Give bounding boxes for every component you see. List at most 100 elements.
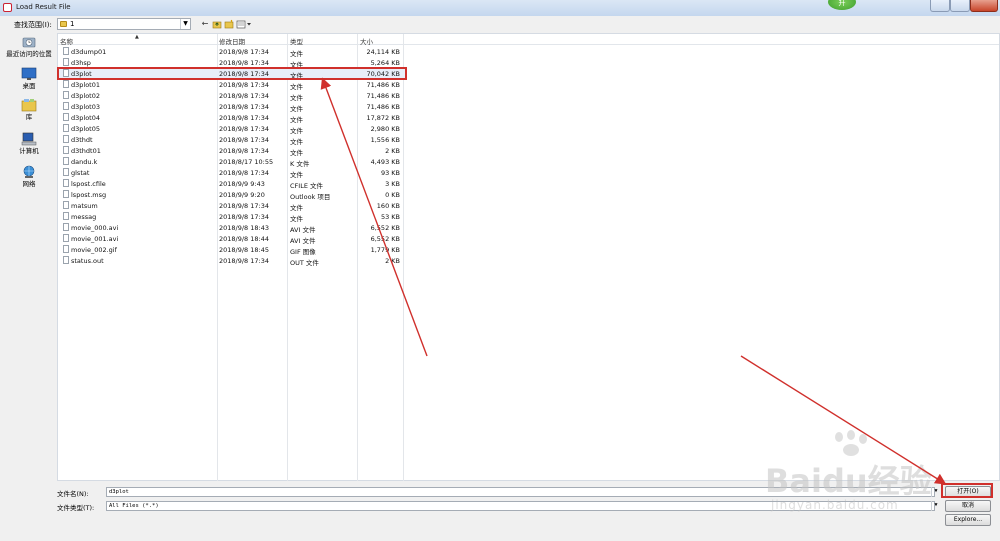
file-row[interactable]: d3plot05 2018/9/8 17:34 文件 2,980 KB — [58, 123, 405, 135]
file-date: 2018/9/9 9:20 — [219, 191, 265, 199]
file-name: lspost.msg — [71, 191, 107, 199]
file-size: 160 KB — [376, 202, 400, 210]
file-size: 1,556 KB — [370, 136, 400, 144]
file-row[interactable]: d3plot03 2018/9/8 17:34 文件 71,486 KB — [58, 101, 405, 113]
file-row[interactable]: movie_001.avi 2018/9/8 18:44 AVI 文件 6,552 K… — [58, 233, 405, 245]
file-name: status.out — [71, 257, 104, 265]
file-row[interactable]: lspost.msg 2018/9/9 9:20 Outlook 项目 0 KB — [58, 189, 405, 201]
file-row[interactable]: status.out 2018/9/8 17:34 OUT 文件 2 KB — [58, 255, 405, 267]
file-icon — [63, 113, 69, 121]
minimize-button[interactable] — [930, 0, 950, 12]
file-name: movie_000.avi — [71, 224, 119, 232]
file-row[interactable]: d3thdt01 2018/9/8 17:34 文件 2 KB — [58, 145, 405, 157]
file-icon — [63, 168, 69, 176]
look-in-bar: 查找范围(I): 1 ▼ ← — [0, 16, 1000, 33]
place-network[interactable]: 网络 — [3, 165, 55, 188]
file-row[interactable]: movie_000.avi 2018/9/8 18:43 AVI 文件 6,552 K… — [58, 222, 405, 234]
place-computer[interactable]: 计算机 — [3, 132, 55, 155]
file-size: 71,486 KB — [366, 103, 400, 111]
view-menu-icon[interactable] — [236, 19, 252, 29]
file-row[interactable]: lspost.cfile 2018/9/9 9:43 CFILE 文件 3 KB — [58, 178, 405, 190]
chevron-down-icon[interactable]: ▼ — [931, 501, 940, 511]
file-row[interactable]: movie_002.gif 2018/9/8 18:45 GIF 图像 1,779 K… — [58, 244, 405, 256]
close-button[interactable] — [970, 0, 998, 12]
window-title: Load Result File — [16, 3, 71, 11]
file-name: dandu.k — [71, 158, 98, 166]
file-row[interactable]: d3thdt 2018/9/8 17:34 文件 1,556 KB — [58, 134, 405, 146]
file-date: 2018/9/8 17:34 — [219, 257, 269, 265]
file-row[interactable]: d3plot04 2018/9/8 17:34 文件 17,872 KB — [58, 112, 405, 124]
place-recent[interactable]: 最近访问的位置 — [3, 35, 55, 58]
file-size: 2 KB — [385, 257, 400, 265]
file-name: d3plot02 — [71, 92, 100, 100]
column-header-size[interactable]: 大小 — [360, 36, 373, 46]
file-row[interactable]: dandu.k 2018/8/17 10:55 K 文件 4,493 KB — [58, 156, 405, 168]
filetype-select[interactable]: All Files (*.*) ▼ — [106, 501, 938, 511]
cancel-button[interactable]: 取消 — [945, 500, 991, 512]
file-date: 2018/9/8 17:34 — [219, 48, 269, 56]
file-size: 1,779 KB — [370, 246, 400, 254]
file-row[interactable]: d3dump01 2018/9/8 17:34 文件 24,114 KB — [58, 46, 405, 58]
file-icon — [63, 80, 69, 88]
file-row[interactable]: glstat 2018/9/8 17:34 文件 93 KB — [58, 167, 405, 179]
file-date: 2018/9/8 18:45 — [219, 246, 269, 254]
chevron-down-icon[interactable]: ▼ — [931, 487, 940, 497]
file-size: 24,114 KB — [366, 48, 400, 56]
file-icon — [63, 91, 69, 99]
file-name: d3plot03 — [71, 103, 100, 111]
place-libraries[interactable]: 库 — [3, 98, 55, 121]
file-size: 53 KB — [380, 213, 400, 221]
file-icon — [63, 124, 69, 132]
file-icon — [63, 245, 69, 253]
file-icon — [63, 201, 69, 209]
file-name: movie_002.gif — [71, 246, 117, 254]
file-name: d3plot01 — [71, 81, 100, 89]
folder-icon — [60, 21, 67, 27]
file-icon — [63, 47, 69, 55]
file-date: 2018/9/8 18:43 — [219, 224, 269, 232]
file-name: movie_001.avi — [71, 235, 119, 243]
file-size: 4,493 KB — [370, 158, 400, 166]
new-folder-icon[interactable] — [224, 19, 234, 29]
column-header-date[interactable]: 修改日期 — [219, 36, 245, 46]
file-name: d3dump01 — [71, 48, 107, 56]
back-icon[interactable]: ← — [200, 19, 210, 29]
file-name: d3thdt — [71, 136, 93, 144]
look-in-select[interactable]: 1 ▼ — [57, 18, 191, 30]
column-header-name[interactable]: 名称 — [60, 36, 73, 46]
file-name: glstat — [71, 169, 90, 177]
file-name: d3thdt01 — [71, 147, 101, 155]
libraries-icon — [21, 99, 37, 112]
file-size: 5,264 KB — [370, 59, 400, 67]
maximize-button[interactable] — [950, 0, 970, 12]
place-desktop[interactable]: 桌面 — [3, 67, 55, 90]
file-name: d3hsp — [71, 59, 91, 67]
place-label: 网络 — [22, 180, 36, 188]
file-icon — [63, 256, 69, 264]
places-bar: 最近访问的位置 桌面 库 计算机 网络 — [0, 33, 57, 533]
column-header-type[interactable]: 类型 — [290, 36, 303, 46]
filename-value: d3plot — [109, 489, 129, 495]
file-row[interactable]: messag 2018/9/8 17:34 文件 53 KB — [58, 211, 405, 223]
selected-file-highlight — [57, 67, 407, 80]
file-row[interactable]: d3plot01 2018/9/8 17:34 文件 71,486 KB — [58, 79, 405, 91]
file-list[interactable]: 名称 ▲ 修改日期 类型 大小 d3dump01 2018/9/8 17:34 文件… — [57, 33, 1000, 482]
computer-icon — [21, 132, 37, 146]
file-size: 6,552 KB — [370, 224, 400, 232]
chevron-down-icon[interactable]: ▼ — [180, 19, 190, 29]
file-row[interactable]: d3plot02 2018/9/8 17:34 文件 71,486 KB — [58, 90, 405, 102]
file-date: 2018/9/8 18:44 — [219, 235, 269, 243]
up-folder-icon[interactable] — [212, 19, 222, 29]
file-name: lspost.cfile — [71, 180, 106, 188]
filename-field[interactable]: d3plot ▼ — [106, 487, 938, 497]
sort-up-icon: ▲ — [135, 34, 139, 40]
file-name: messag — [71, 213, 97, 221]
filename-label: 文件名(N): — [57, 490, 89, 498]
file-icon — [63, 157, 69, 165]
file-icon — [63, 234, 69, 242]
file-size: 17,872 KB — [366, 114, 400, 122]
look-in-value: 1 — [70, 20, 75, 28]
explore-button[interactable]: Explore... — [945, 514, 991, 526]
file-size: 71,486 KB — [366, 92, 400, 100]
file-row[interactable]: matsum 2018/9/8 17:34 文件 160 KB — [58, 200, 405, 212]
